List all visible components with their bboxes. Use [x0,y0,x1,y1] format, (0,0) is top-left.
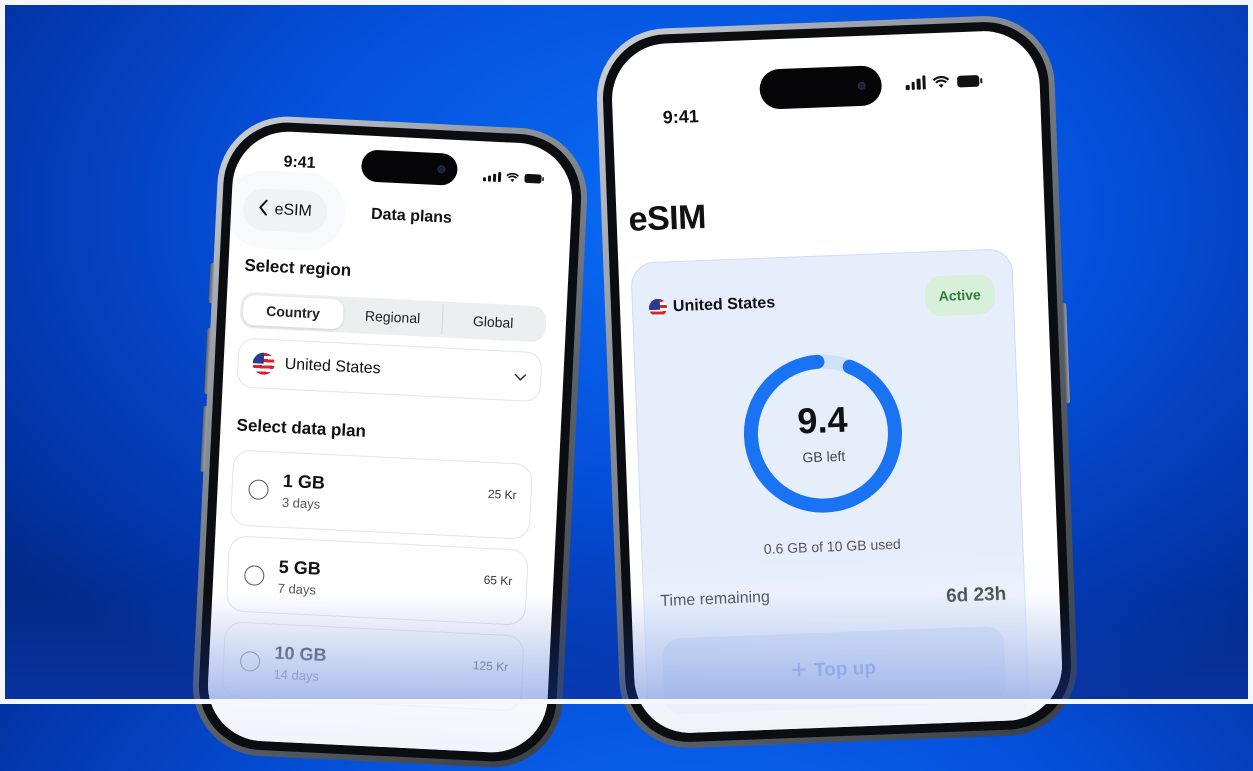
usage-text: 0.6 GB of 10 GB used [763,535,902,557]
plan-radio[interactable] [239,650,261,672]
page-title: eSIM [627,197,707,239]
phone-data-plans: 9:41 eSIM Data plans Select region Count… [189,113,591,771]
screen-esim: 9:41 eSIM United States Active 9.4 GB le… [609,29,1065,735]
status-icons [905,73,983,91]
plan-price: 125 Kr [472,658,509,675]
phone-esim-status: 9:41 eSIM United States Active 9.4 GB le… [594,13,1080,751]
card-country-name: United States [672,294,776,316]
region-segmented-control: Country Regional Global [239,291,547,343]
remaining-value: 9.4 [796,398,849,442]
tab-country[interactable]: Country [242,294,344,330]
plan-duration: 7 days [277,580,317,598]
status-icons [482,171,544,184]
back-button[interactable]: eSIM [242,187,329,234]
country-select[interactable]: United States [236,337,543,403]
volume-down-button [200,405,208,472]
back-chevron-icon [258,199,269,220]
nav-title: Data plans [370,205,453,227]
remaining-unit: GB left [802,447,846,466]
plan-option[interactable]: 5 GB 7 days 65 Kr [225,535,529,626]
top-up-label: Top up [813,657,877,682]
plan-price: 65 Kr [483,572,513,589]
country-select-value: United States [284,355,382,378]
plan-radio[interactable] [248,479,269,501]
dynamic-island [758,65,883,110]
back-label: eSIM [274,201,313,220]
signal-icon [482,171,502,183]
status-badge: Active [923,273,996,317]
time-remaining-value: 6d 23h [945,583,1007,607]
tab-global[interactable]: Global [441,304,544,340]
tab-regional[interactable]: Regional [342,300,443,335]
power-button [1062,303,1070,404]
plan-option[interactable]: 10 GB 14 days 125 Kr [221,621,525,712]
status-time: 9:41 [662,106,700,128]
camera-icon [857,81,866,90]
select-data-plan-label: Select data plan [236,415,367,441]
us-flag-icon [648,298,668,318]
dynamic-island [360,149,459,186]
plan-option[interactable]: 1 GB 3 days 25 Kr [229,449,534,540]
camera-icon [437,164,446,174]
wifi-icon [506,172,519,183]
chevron-down-icon [514,369,527,385]
volume-up-button [204,327,212,395]
ring-center: 9.4 GB left [735,345,911,521]
top-up-button[interactable]: Top up [661,625,1007,715]
status-time: 9:41 [283,153,316,173]
select-region-label: Select region [243,255,352,280]
plan-size: 10 GB [274,642,328,666]
card-country: United States [648,294,776,318]
esim-plan-card: United States Active 9.4 GB left 0.6 GB … [630,248,1031,733]
plus-icon [792,660,807,683]
battery-icon [956,74,983,88]
time-remaining-label: Time remaining [659,588,771,610]
wifi-icon [932,75,950,89]
plan-duration: 14 days [273,666,320,684]
plan-price: 25 Kr [487,486,517,503]
plan-size: 1 GB [282,470,326,493]
plan-duration: 3 days [281,494,321,512]
us-flag-icon [252,352,276,376]
plan-radio[interactable] [243,565,265,587]
screen-data-plans: 9:41 eSIM Data plans Select region Count… [205,129,575,755]
signal-icon [905,75,926,91]
plan-size: 5 GB [278,556,322,579]
side-button [208,263,215,304]
battery-icon [524,173,544,184]
